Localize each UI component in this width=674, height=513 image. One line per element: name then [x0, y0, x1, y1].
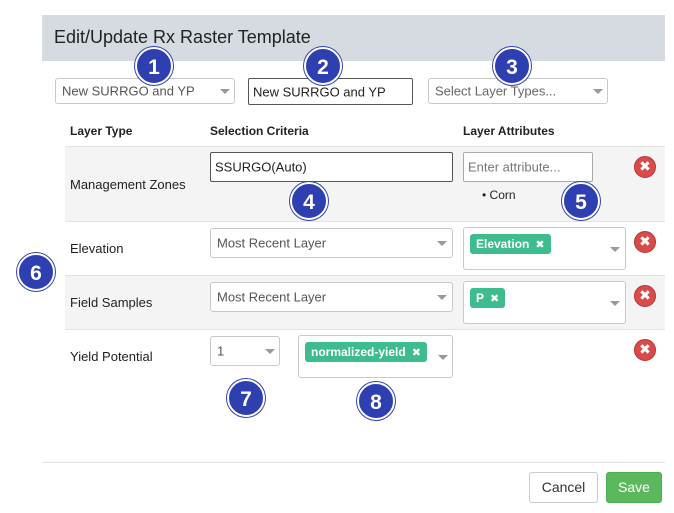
remove-row-button[interactable]: ✖ [634, 156, 656, 178]
chevron-down-icon [610, 247, 620, 252]
criteria-input-management-zones[interactable]: SSURGO(Auto) [210, 152, 453, 182]
criteria-select-elevation[interactable]: Most Recent Layer [210, 228, 453, 258]
chevron-down-icon [610, 301, 620, 306]
criteria-select-yield-potential[interactable]: 1 [210, 336, 280, 366]
attribute-multiselect-yield-potential[interactable]: normalized-yield ✖ [298, 335, 453, 378]
chevron-down-icon [437, 241, 447, 246]
criteria-select-field-samples[interactable]: Most Recent Layer [210, 282, 453, 312]
chevron-down-icon [220, 89, 230, 94]
chevron-down-icon [593, 89, 603, 94]
tag-remove-icon[interactable]: ✖ [535, 239, 544, 251]
remove-row-button[interactable]: ✖ [634, 285, 656, 307]
annotation-badge-7: 7 [227, 379, 265, 417]
annotation-badge-6: 6 [17, 253, 55, 291]
template-select-value: New SURRGO and YP [62, 83, 195, 99]
row-divider [65, 146, 665, 147]
column-header-layer-attributes: Layer Attributes [463, 124, 555, 138]
chevron-down-icon [265, 349, 275, 354]
attribute-multiselect-elevation[interactable]: Elevation ✖ [463, 227, 626, 270]
save-button[interactable]: Save [606, 472, 662, 503]
remove-row-button[interactable]: ✖ [634, 231, 656, 253]
row-label-elevation: Elevation [70, 241, 124, 256]
tag-label: P [476, 291, 485, 305]
tag-p: P ✖ [470, 288, 506, 308]
layer-types-placeholder: Select Layer Types... [435, 83, 557, 99]
column-header-layer-type: Layer Type [70, 124, 133, 138]
tag-label: Elevation [476, 237, 530, 251]
annotation-badge-8: 8 [357, 382, 395, 420]
tag-remove-icon[interactable]: ✖ [490, 293, 499, 305]
criteria-value: Most Recent Layer [217, 289, 327, 305]
remove-row-button[interactable]: ✖ [634, 339, 656, 361]
criteria-value: 1 [217, 343, 225, 359]
row-label-management-zones: Management Zones [70, 177, 186, 192]
row-label-field-samples: Field Samples [70, 295, 153, 310]
tag-label: normalized-yield [311, 345, 406, 359]
annotation-badge-4: 4 [290, 182, 328, 220]
criteria-value: Most Recent Layer [217, 235, 327, 251]
annotation-badge-2: 2 [304, 47, 342, 85]
chevron-down-icon [437, 295, 447, 300]
row-divider [65, 275, 665, 276]
cancel-button[interactable]: Cancel [529, 472, 598, 503]
attribute-multiselect-field-samples[interactable]: P ✖ [463, 281, 626, 324]
annotation-badge-3: 3 [493, 47, 531, 85]
row-divider [65, 329, 665, 330]
row-label-yield-potential: Yield Potential [70, 349, 153, 364]
attribute-item-label: Corn [489, 188, 516, 202]
modal-header: Edit/Update Rx Raster Template [42, 15, 665, 61]
chevron-down-icon [438, 355, 448, 360]
annotation-badge-1: 1 [135, 47, 173, 85]
template-name-value: New SURRGO and YP [253, 84, 386, 99]
tag-elevation: Elevation ✖ [470, 234, 551, 254]
attribute-input[interactable]: Enter attribute... [463, 152, 593, 182]
tag-normalized-yield: normalized-yield ✖ [305, 342, 427, 362]
tag-remove-icon[interactable]: ✖ [412, 347, 421, 359]
row-divider [65, 221, 665, 222]
criteria-value: SSURGO(Auto) [215, 159, 307, 175]
annotation-badge-5: 5 [562, 182, 600, 220]
attribute-list-item: • Corn [482, 188, 516, 202]
modal-title: Edit/Update Rx Raster Template [54, 27, 311, 47]
column-header-selection-criteria: Selection Criteria [210, 124, 309, 138]
footer-divider [42, 462, 665, 463]
attribute-placeholder: Enter attribute... [468, 159, 561, 175]
